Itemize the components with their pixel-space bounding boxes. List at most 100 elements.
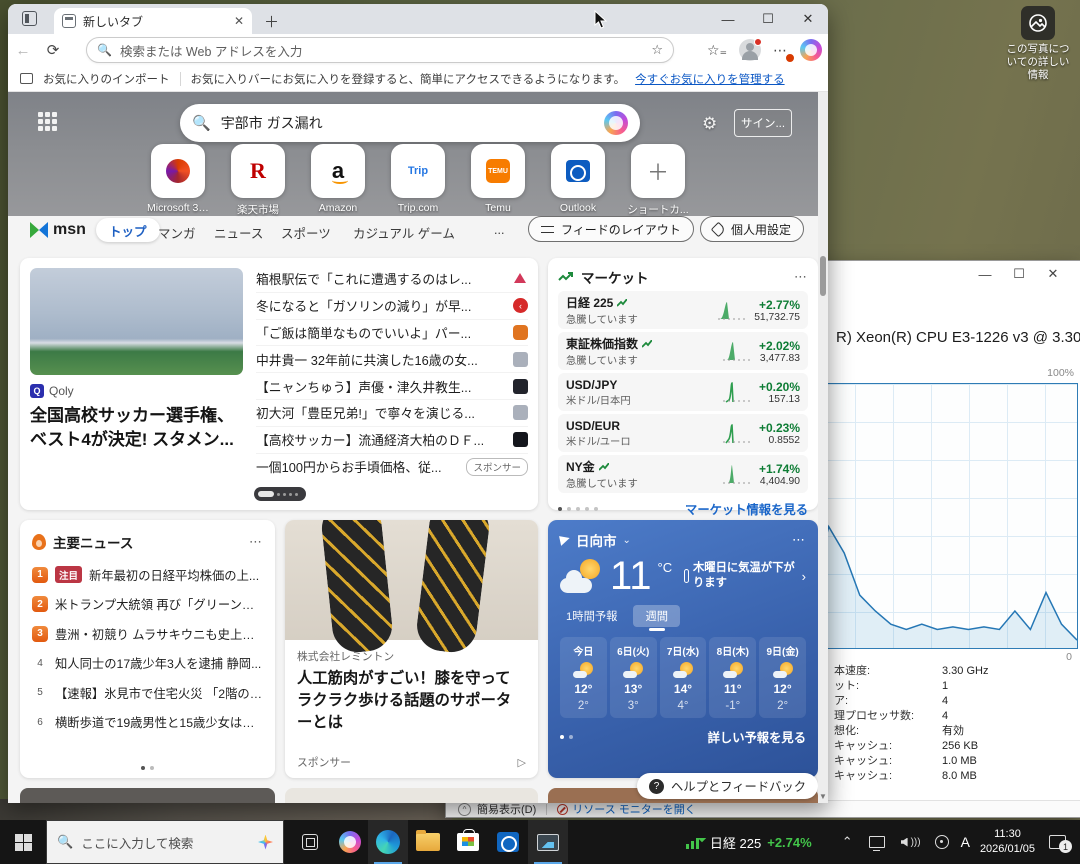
- hourly-forecast-tab[interactable]: 1時間予報: [560, 605, 623, 627]
- help-feedback-button[interactable]: ? ヘルプとフィードバック: [637, 773, 818, 799]
- weather-alert[interactable]: 木曜日に気温が下がります ›: [684, 561, 806, 592]
- action-center-icon[interactable]: 1: [1049, 835, 1066, 849]
- tab-close-icon[interactable]: ✕: [234, 14, 244, 28]
- taskbar-explorer-button[interactable]: [408, 820, 448, 864]
- stock-ticker[interactable]: 日経 225 +2.74%: [686, 833, 812, 852]
- apps-grid-icon[interactable]: [38, 112, 58, 132]
- web-search-box[interactable]: 🔍 宇部市 ガス漏れ: [180, 104, 640, 142]
- top-news-item[interactable]: 2米トランプ大統領 再び「グリーンラ...: [32, 595, 263, 613]
- browser-maximize-button[interactable]: ☐: [748, 4, 788, 34]
- quick-link-amazon[interactable]: aAmazon: [307, 144, 369, 217]
- sign-in-button[interactable]: サイン...: [734, 109, 792, 137]
- task-view-button[interactable]: [290, 820, 330, 864]
- hidden-icons-chevron[interactable]: ⌃: [842, 834, 853, 850]
- ad-headline[interactable]: 人工筋肉がすごい！膝を守ってラクラク歩ける話題のサポーターとは: [297, 668, 525, 735]
- scrollbar-thumb[interactable]: [820, 256, 826, 296]
- quick-link-add-shortcut[interactable]: ＋ショートカ...: [627, 144, 689, 217]
- copilot-icon[interactable]: [800, 39, 822, 61]
- nav-tab-casual-games[interactable]: カジュアル ゲーム: [353, 223, 455, 242]
- taskbar-taskmanager-button[interactable]: [528, 820, 568, 864]
- market-row-usdeur[interactable]: USD/EUR米ドル/ユーロ +0.23%0.8552: [558, 414, 808, 452]
- personalize-button[interactable]: 個人用設定: [700, 216, 804, 242]
- resource-monitor-link[interactable]: リソース モニターを開く: [557, 801, 696, 817]
- market-row-topix[interactable]: 東証株価指数急騰しています +2.02%3,477.83: [558, 332, 808, 370]
- feed-layout-button[interactable]: フィードのレイアウト: [528, 216, 694, 242]
- ime-icon[interactable]: [935, 835, 949, 849]
- sponsored-ad-card[interactable]: 株式会社レミントン 人工筋肉がすごい！膝を守ってラクラク歩ける話題のサポーターと…: [285, 520, 538, 778]
- chevron-down-icon[interactable]: ⌄: [623, 535, 631, 546]
- hero-article-image[interactable]: [30, 268, 243, 375]
- market-pagination-dots[interactable]: [558, 507, 685, 511]
- taskbar-outlook-button[interactable]: [488, 820, 528, 864]
- start-button[interactable]: [0, 820, 46, 864]
- ime-mode-indicator[interactable]: A: [961, 834, 970, 850]
- taskman-maximize-button[interactable]: ☐: [1002, 263, 1036, 285]
- more-icon[interactable]: ⋯: [794, 269, 808, 285]
- quick-link-microsoft365[interactable]: Microsoft 365: [147, 144, 209, 217]
- profile-avatar[interactable]: [739, 39, 761, 61]
- browser-close-button[interactable]: ✕: [788, 4, 828, 34]
- speaker-icon[interactable]: [901, 838, 908, 847]
- taskbar-clock[interactable]: 11:30 2026/01/05: [980, 827, 1035, 857]
- taskbar-search-box[interactable]: 🔍 ここに入力して検索: [46, 820, 284, 864]
- top-news-item[interactable]: 3豊洲・初競り ムラサキウニも史上最...: [32, 625, 263, 643]
- forecast-day[interactable]: 6日(火)13°3°: [610, 637, 657, 718]
- new-tab-button[interactable]: ＋: [264, 11, 279, 32]
- market-row-usdjpy[interactable]: USD/JPY米ドル/日本円 +0.20%157.13: [558, 373, 808, 411]
- msn-logo[interactable]: msn: [30, 221, 86, 239]
- address-bar[interactable]: 🔍 検索または Web アドレスを入力 ☆: [86, 37, 674, 63]
- top-news-item[interactable]: 4知人同士の17歳少年3人を逮捕 静岡...: [32, 654, 263, 672]
- forecast-day[interactable]: 8日(木)11°-1°: [709, 637, 756, 718]
- forecast-day[interactable]: 7日(水)14°4°: [660, 637, 707, 718]
- import-favorites-button[interactable]: お気に入りのインポート: [43, 71, 170, 87]
- headline-item[interactable]: 「ご飯は簡単なものでいいよ」パー...: [256, 320, 528, 347]
- nav-more-icon[interactable]: ...: [494, 223, 504, 237]
- taskman-minimize-button[interactable]: —: [968, 263, 1002, 285]
- taskman-close-button[interactable]: ✕: [1036, 263, 1070, 285]
- ad-choices-icon[interactable]: ▷: [518, 756, 526, 769]
- taskbar-store-button[interactable]: [448, 820, 488, 864]
- browser-minimize-button[interactable]: —: [708, 4, 748, 34]
- headline-item[interactable]: 【ニャンちゅう】声優・津久井教生...: [256, 373, 528, 400]
- quick-link-outlook[interactable]: Outlook: [547, 144, 609, 217]
- browser-tab[interactable]: 新しいタブ ✕: [54, 8, 252, 34]
- settings-more-icon[interactable]: ⋯: [773, 42, 788, 59]
- weather-pagination-dots[interactable]: [560, 735, 708, 739]
- nav-tab-top[interactable]: トップ: [96, 218, 160, 242]
- top-news-item[interactable]: 5【速報】氷見市で住宅火災 「2階の窓...: [32, 684, 263, 702]
- more-icon[interactable]: ⋯: [249, 534, 263, 550]
- top-news-item[interactable]: 6横断歩道で19歳男性と15歳少女はね...: [32, 713, 263, 731]
- quick-link-temu[interactable]: TEMUTemu: [467, 144, 529, 217]
- headline-item-sponsored[interactable]: 一個100円からお手頃価格、従...スポンサー: [256, 454, 528, 481]
- scrollbar[interactable]: ▼: [818, 92, 828, 803]
- headline-item[interactable]: 中井貴一 32年前に共演した16歳の女...: [256, 346, 528, 373]
- headline-item[interactable]: 初大河「豊臣兄弟!」で寧々を演じる...: [256, 400, 528, 427]
- headline-item[interactable]: 【高校サッカー】流通経済大柏のＤＦ...: [256, 427, 528, 454]
- page-settings-gear-icon[interactable]: ⚙: [702, 114, 717, 134]
- back-icon[interactable]: ←: [8, 42, 38, 59]
- taskbar-edge-button[interactable]: [368, 820, 408, 864]
- simple-view-button[interactable]: 簡易表示(D): [477, 801, 536, 817]
- workspaces-icon[interactable]: [22, 11, 37, 26]
- market-row-nikkei[interactable]: 日経 225急騰しています +2.77%51,732.75: [558, 291, 808, 329]
- favorite-star-icon[interactable]: ☆: [651, 42, 663, 58]
- top-news-item[interactable]: 1注目新年最初の日経平均株価の上...: [32, 566, 263, 584]
- more-icon[interactable]: ⋯: [792, 532, 806, 548]
- headline-item[interactable]: 箱根駅伝で「これに遭遇するのはレ...: [256, 266, 528, 293]
- copilot-taskbar-button[interactable]: [330, 820, 370, 864]
- scrollbar-down-arrow[interactable]: ▼: [818, 792, 828, 801]
- carousel-pagination[interactable]: [254, 487, 306, 501]
- weather-location[interactable]: 日向市: [576, 530, 617, 550]
- nav-tab-manga[interactable]: マンガ: [158, 223, 196, 242]
- market-row-nygold[interactable]: NY金急騰しています +1.74%4,404.90: [558, 455, 808, 493]
- top-news-pagination-dots[interactable]: [20, 766, 275, 770]
- headline-item[interactable]: 冬になると「ガソリンの減り」が早...‹: [256, 293, 528, 320]
- nav-tab-sports[interactable]: スポーツ: [281, 223, 331, 242]
- quick-link-rakuten[interactable]: R楽天市場: [227, 144, 289, 217]
- nav-tab-news[interactable]: ニュース: [214, 223, 263, 242]
- market-see-more-link[interactable]: マーケット情報を見る: [685, 500, 808, 518]
- manage-favorites-link[interactable]: 今すぐお気に入りを管理する: [635, 71, 785, 87]
- hero-headline[interactable]: 全国高校サッカー選手権、ベスト4が決定! スタメン...: [30, 404, 246, 452]
- photo-info-shortcut[interactable]: この写真についての詳しい情報: [1002, 6, 1074, 82]
- detailed-forecast-link[interactable]: 詳しい予報を見る: [708, 728, 806, 746]
